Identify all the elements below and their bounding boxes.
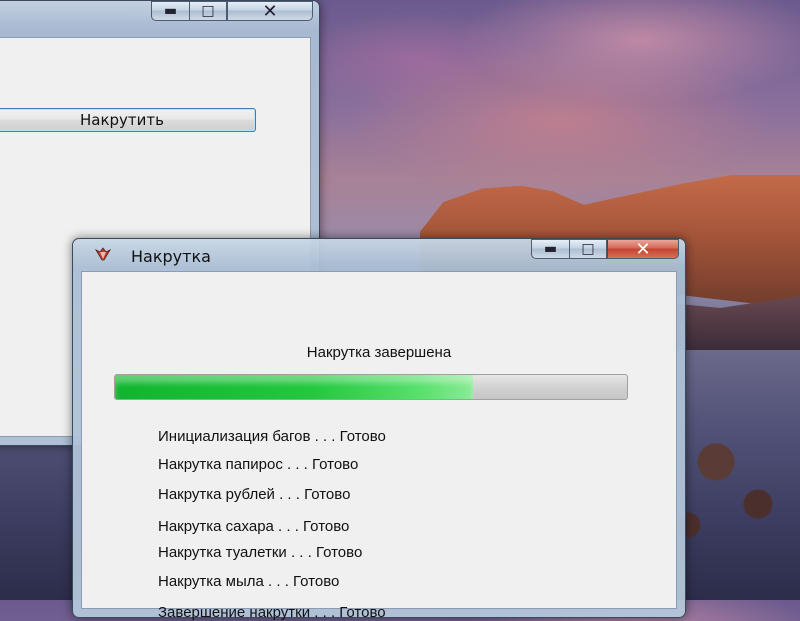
minimize-button[interactable]: ▬ <box>151 1 189 21</box>
log-item: Накрутка папирос . . . Готово <box>158 456 359 473</box>
log-item: Накрутка туалетки . . . Готово <box>158 544 363 561</box>
maximize-button[interactable]: □ <box>189 1 227 21</box>
dialog-close-button[interactable]: ✕ <box>607 238 679 260</box>
status-text: Накрутка завершена <box>306 344 452 361</box>
app-icon <box>95 247 111 261</box>
minimize-icon: ▬ <box>543 241 558 257</box>
dialog-controls: ▬ □ ✕ <box>531 238 679 260</box>
log-item: Инициализация багов . . . Готово <box>158 428 386 445</box>
close-button[interactable]: ✕ <box>227 0 313 22</box>
maximize-icon: □ <box>581 241 595 257</box>
log-item: Накрутка мыла . . . Готово <box>158 573 340 590</box>
nakrutit-button[interactable]: Накрутить <box>0 108 256 132</box>
dialog-title: Накрутка <box>131 247 211 266</box>
dialog-maximize-button[interactable]: □ <box>569 239 607 259</box>
close-icon: ✕ <box>635 238 651 260</box>
progress-bar <box>114 374 628 400</box>
dialog-minimize-button[interactable]: ▬ <box>531 239 569 259</box>
close-icon: ✕ <box>262 0 278 22</box>
progress-fill <box>115 375 474 399</box>
log-item: Накрутка сахара . . . Готово <box>158 518 350 535</box>
maximize-icon: □ <box>201 3 215 19</box>
dialog-client: Накрутка завершена Инициализация багов .… <box>81 271 677 621</box>
log-item: Накрутка рублей . . . Готово <box>158 486 351 503</box>
main-window-titlebar[interactable]: ▬ □ ✕ <box>0 1 319 31</box>
dialog-titlebar[interactable]: Накрутка ▬ □ ✕ <box>73 239 685 269</box>
main-window-controls: ▬ □ ✕ <box>151 0 313 22</box>
log-item: Завершение накрутки . . . Готово <box>158 604 386 621</box>
progress-dialog: Накрутка ▬ □ ✕ Накрутка завершена Инициа… <box>72 238 686 621</box>
minimize-icon: ▬ <box>163 3 178 19</box>
